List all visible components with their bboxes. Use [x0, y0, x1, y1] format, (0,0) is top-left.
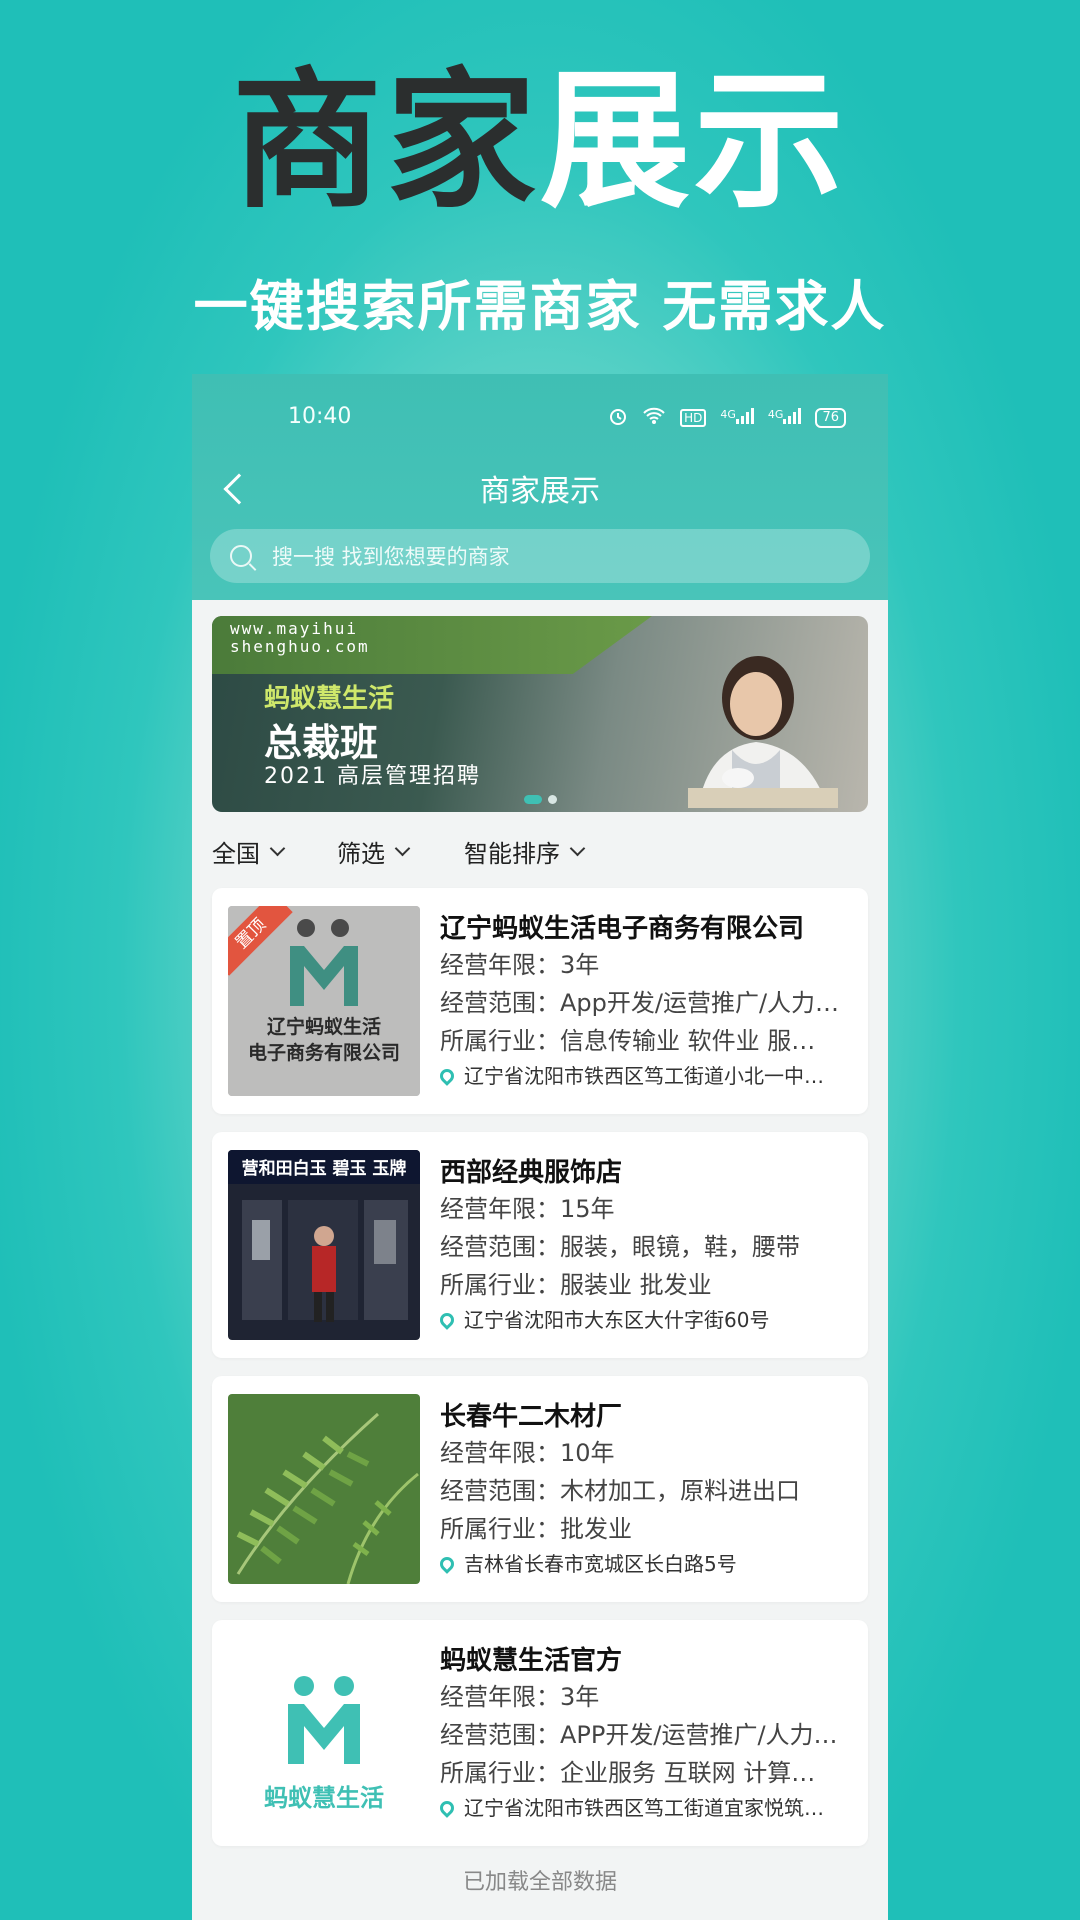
- location-pin-icon: [440, 1066, 457, 1086]
- merchant-list: 辽宁蚂蚁生活 电子商务有限公司 置顶 辽宁蚂蚁生活电子商务有限公司 经营年限：3…: [212, 888, 868, 1864]
- merchant-card[interactable]: 蚂蚁慧生活 蚂蚁慧生活官方 经营年限：3年 经营范围：APP开发/运营推广/人力…: [212, 1620, 868, 1846]
- filter-region-label: 全国: [212, 839, 260, 868]
- status-time: 10:40: [288, 404, 352, 429]
- location-pin-icon: [440, 1798, 457, 1818]
- pagination-dot-active[interactable]: [524, 795, 542, 804]
- merchant-info: 蚂蚁慧生活官方 经营年限：3年 经营范围：APP开发/运营推广/人力… 所属行业…: [440, 1644, 856, 1824]
- merchant-address: 辽宁省沈阳市大东区大什字街60号: [440, 1304, 856, 1336]
- merchant-scope: 经营范围：服装，眼镜，鞋，腰带: [440, 1233, 800, 1261]
- merchant-thumbnail: [228, 1394, 420, 1584]
- merchant-info: 辽宁蚂蚁生活电子商务有限公司 经营年限：3年 经营范围：App开发/运营推广/人…: [440, 912, 856, 1092]
- banner-brand: 蚂蚁慧生活: [264, 684, 395, 714]
- merchant-years: 经营年限：10年: [440, 1439, 615, 1467]
- load-complete-text: 已加载全部数据: [462, 1870, 617, 1895]
- merchant-industry: 所属行业：服装业 批发业: [440, 1271, 712, 1299]
- phone-screen: 10:40 HD 4G 4G 76 商家展示 搜一搜 找到您想要的商家 www.…: [192, 374, 888, 1920]
- promo-banner[interactable]: www.mayihui shenghuo.com 蚂蚁慧生活 总裁班 2021 …: [212, 616, 868, 812]
- merchant-name: 蚂蚁慧生活官方: [440, 1646, 623, 1676]
- merchant-card[interactable]: 营和田白玉 碧玉 玉牌 西部经典服饰店 经营年限：15年 经营范围：服装，眼镜，…: [212, 1132, 868, 1358]
- merchant-address: 辽宁省沈阳市铁西区笃工街道小北一中…: [440, 1060, 856, 1092]
- search-placeholder: 搜一搜 找到您想要的商家: [272, 545, 510, 569]
- status-icons: HD 4G 4G 76: [608, 406, 846, 430]
- merchant-info: 长春牛二木材厂 经营年限：10年 经营范围：木材加工，原料进出口 所属行业：批发…: [440, 1400, 856, 1580]
- merchant-name: 长春牛二木材厂: [440, 1402, 623, 1432]
- merchant-industry: 所属行业：批发业: [440, 1515, 632, 1543]
- search-input[interactable]: 搜一搜 找到您想要的商家: [210, 529, 870, 583]
- merchant-address-text: 辽宁省沈阳市铁西区笃工街道小北一中…: [464, 1064, 824, 1088]
- filter-region[interactable]: 全国: [212, 826, 286, 876]
- merchant-logo-text-line1: 辽宁蚂蚁生活: [266, 1016, 381, 1038]
- pinned-badge-label: 置顶: [228, 906, 293, 976]
- banner-url-line2: shenghuo.com: [230, 637, 370, 656]
- wifi-icon: [642, 407, 666, 429]
- merchant-logo-text: 辽宁蚂蚁生活 电子商务有限公司: [228, 1014, 420, 1066]
- merchant-address: 吉林省长春市宽城区长白路5号: [440, 1548, 856, 1580]
- promo-subtitle: 一键搜索所需商家 无需求人: [193, 275, 887, 338]
- merchant-years: 经营年限：15年: [440, 1195, 615, 1223]
- merchant-address-text: 吉林省长春市宽城区长白路5号: [464, 1552, 737, 1576]
- banner-url: www.mayihui shenghuo.com: [230, 620, 370, 656]
- filter-sort[interactable]: 智能排序: [464, 826, 586, 876]
- location-pin-icon: [440, 1554, 457, 1574]
- pagination-dot[interactable]: [548, 795, 557, 804]
- battery-icon: 76: [815, 408, 846, 428]
- filter-sort-label: 智能排序: [464, 839, 560, 868]
- merchant-address-text: 辽宁省沈阳市大东区大什字街60号: [464, 1308, 770, 1332]
- chevron-down-icon: [394, 840, 411, 856]
- merchant-thumbnail: 辽宁蚂蚁生活 电子商务有限公司 置顶: [228, 906, 420, 1096]
- alarm-icon: [608, 406, 628, 430]
- merchant-card[interactable]: 长春牛二木材厂 经营年限：10年 经营范围：木材加工，原料进出口 所属行业：批发…: [212, 1376, 868, 1602]
- store-sign-text: 营和田白玉 碧玉 玉牌: [241, 1159, 407, 1179]
- page-title: 商家展示: [480, 474, 600, 509]
- chevron-down-icon: [569, 840, 586, 856]
- merchant-years: 经营年限：3年: [440, 1683, 600, 1711]
- merchant-address-text: 辽宁省沈阳市铁西区笃工街道宜家悦筑…: [464, 1796, 824, 1820]
- merchant-scope: 经营范围：APP开发/运营推广/人力…: [440, 1721, 838, 1749]
- banner-person-image: [688, 656, 838, 808]
- merchant-scope: 经营范围：App开发/运营推广/人力…: [440, 989, 840, 1017]
- pinned-badge: 置顶: [228, 906, 298, 976]
- location-pin-icon: [440, 1310, 457, 1330]
- merchant-name: 辽宁蚂蚁生活电子商务有限公司: [440, 914, 805, 944]
- app-header: 10:40 HD 4G 4G 76 商家展示 搜一搜 找到您想要的商家: [192, 374, 888, 600]
- promo-title-light: 展示: [540, 55, 849, 229]
- hd-icon: HD: [680, 409, 707, 427]
- merchant-years: 经营年限：3年: [440, 951, 600, 979]
- filter-screen[interactable]: 筛选: [337, 826, 411, 876]
- merchant-thumbnail: 营和田白玉 碧玉 玉牌: [228, 1150, 420, 1340]
- merchant-name: 西部经典服饰店: [440, 1158, 623, 1188]
- banner-tagline: 2021 高层管理招聘: [264, 764, 481, 789]
- merchant-thumbnail: 蚂蚁慧生活: [228, 1638, 420, 1828]
- promo-title-dark: 商家: [231, 55, 540, 229]
- signal-icon-2: 4G: [768, 408, 802, 428]
- filter-screen-label: 筛选: [337, 839, 385, 868]
- merchant-address: 辽宁省沈阳市铁西区笃工街道宜家悦筑…: [440, 1792, 856, 1824]
- mayi-logo-text: 蚂蚁慧生活: [264, 1784, 384, 1812]
- merchant-scope: 经营范围：木材加工，原料进出口: [440, 1477, 800, 1505]
- search-icon: [230, 545, 252, 567]
- merchant-logo-text-line2: 电子商务有限公司: [247, 1042, 400, 1064]
- fern-photo-image: [228, 1394, 420, 1584]
- signal-icon-1: 4G: [720, 408, 754, 428]
- banner-url-line1: www.mayihui: [230, 619, 358, 638]
- merchant-info: 西部经典服饰店 经营年限：15年 经营范围：服装，眼镜，鞋，腰带 所属行业：服装…: [440, 1156, 856, 1336]
- filter-bar: 全国 筛选 智能排序: [192, 826, 888, 876]
- merchant-card[interactable]: 辽宁蚂蚁生活 电子商务有限公司 置顶 辽宁蚂蚁生活电子商务有限公司 经营年限：3…: [212, 888, 868, 1114]
- chevron-down-icon: [269, 840, 286, 856]
- promo-title: 商家展示: [0, 60, 1080, 225]
- merchant-industry: 所属行业：企业服务 互联网 计算…: [440, 1759, 816, 1787]
- merchant-industry: 所属行业：信息传输业 软件业 服…: [440, 1027, 816, 1055]
- banner-pagination: [524, 795, 557, 804]
